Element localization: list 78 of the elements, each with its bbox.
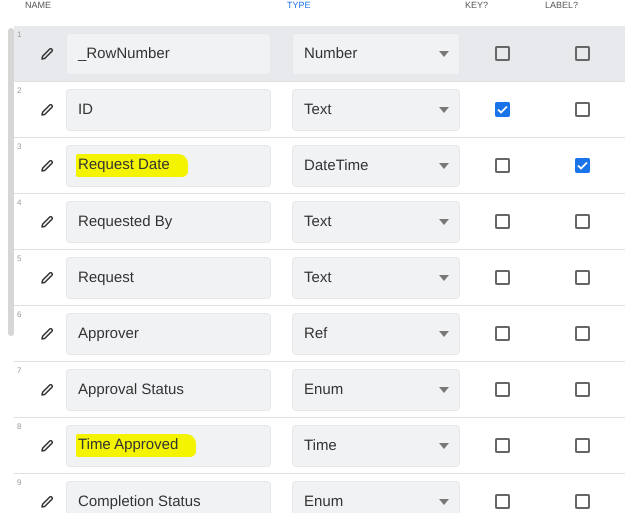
label-checkbox[interactable] bbox=[574, 326, 590, 341]
key-checkbox[interactable] bbox=[494, 270, 510, 285]
name-field[interactable]: Time Approved bbox=[66, 424, 271, 466]
type-dropdown[interactable]: Text bbox=[292, 200, 460, 242]
row-number: 4 bbox=[17, 198, 22, 207]
key-checkbox[interactable] bbox=[494, 102, 510, 117]
name-field[interactable]: _RowNumber bbox=[66, 32, 271, 74]
name-field[interactable]: ID bbox=[66, 88, 271, 130]
row-number: 1 bbox=[17, 30, 22, 39]
name-text: Request bbox=[78, 269, 134, 286]
pencil-icon[interactable] bbox=[40, 102, 54, 116]
name-field[interactable]: Requested By bbox=[66, 200, 271, 242]
row-number: 8 bbox=[17, 422, 22, 431]
column-header[interactable]: NAME bbox=[25, 0, 52, 10]
pencil-icon[interactable] bbox=[40, 46, 54, 60]
caret-icon bbox=[439, 274, 449, 280]
name-text: _RowNumber bbox=[78, 45, 170, 62]
label-checkbox[interactable] bbox=[574, 438, 590, 453]
row-number: 7 bbox=[17, 366, 22, 375]
caret-icon bbox=[439, 106, 449, 112]
label-checkbox[interactable] bbox=[574, 494, 590, 509]
type-dropdown[interactable]: Enum bbox=[292, 480, 460, 513]
column-row[interactable]: 1 _RowNumber Number bbox=[14, 26, 625, 82]
type-dropdown[interactable]: Text bbox=[292, 88, 460, 130]
label-checkbox[interactable] bbox=[574, 214, 590, 229]
caret-icon bbox=[439, 162, 449, 168]
name-text: Approver bbox=[78, 325, 139, 342]
key-checkbox[interactable] bbox=[494, 438, 510, 453]
key-checkbox[interactable] bbox=[494, 382, 510, 397]
row-number: 5 bbox=[17, 254, 22, 263]
caret-icon bbox=[439, 330, 449, 336]
row-number: 6 bbox=[17, 310, 22, 319]
row-number: 2 bbox=[17, 86, 22, 95]
name-text: Completion Status bbox=[78, 493, 201, 510]
pencil-icon[interactable] bbox=[40, 382, 54, 396]
name-field[interactable]: Approver bbox=[66, 312, 271, 354]
name-field[interactable]: Completion Status bbox=[66, 480, 271, 513]
pencil-icon[interactable] bbox=[40, 438, 54, 452]
row-number: 3 bbox=[17, 142, 22, 151]
label-checkbox[interactable] bbox=[574, 102, 590, 117]
column-header[interactable]: LABEL? bbox=[545, 0, 578, 10]
name-field[interactable]: Request bbox=[66, 256, 271, 298]
type-dropdown[interactable]: Number bbox=[292, 32, 460, 74]
name-text: Request Date bbox=[76, 154, 188, 177]
label-checkbox[interactable] bbox=[574, 158, 590, 173]
pencil-icon[interactable] bbox=[40, 214, 54, 228]
type-dropdown[interactable]: DateTime bbox=[292, 144, 460, 186]
name-text: ID bbox=[78, 101, 93, 118]
column-header[interactable]: TYPE bbox=[287, 0, 311, 10]
caret-icon bbox=[439, 218, 449, 224]
caret-icon bbox=[439, 498, 449, 504]
label-checkbox[interactable] bbox=[574, 46, 590, 61]
key-checkbox[interactable] bbox=[494, 46, 510, 61]
type-dropdown[interactable]: Ref bbox=[292, 312, 460, 354]
name-text: Approval Status bbox=[78, 381, 184, 398]
scrollbar[interactable] bbox=[8, 28, 14, 336]
type-dropdown[interactable]: Text bbox=[292, 256, 460, 298]
name-text: Time Approved bbox=[76, 434, 196, 457]
key-checkbox[interactable] bbox=[494, 214, 510, 229]
key-checkbox[interactable] bbox=[494, 494, 510, 509]
pencil-icon[interactable] bbox=[40, 494, 54, 508]
name-text: Requested By bbox=[78, 213, 172, 230]
key-checkbox[interactable] bbox=[494, 158, 510, 173]
type-dropdown[interactable]: Time bbox=[292, 424, 460, 466]
name-field[interactable]: Approval Status bbox=[66, 368, 271, 410]
name-field[interactable]: Request Date bbox=[66, 144, 271, 186]
row-number: 9 bbox=[17, 478, 22, 487]
column-header[interactable]: KEY? bbox=[465, 0, 488, 10]
key-checkbox[interactable] bbox=[494, 326, 510, 341]
label-checkbox[interactable] bbox=[574, 382, 590, 397]
type-dropdown[interactable]: Enum bbox=[292, 368, 460, 410]
caret-icon bbox=[439, 386, 449, 392]
pencil-icon[interactable] bbox=[40, 158, 54, 172]
pencil-icon[interactable] bbox=[40, 326, 54, 340]
caret-icon bbox=[439, 50, 449, 56]
caret-icon bbox=[439, 442, 449, 448]
label-checkbox[interactable] bbox=[574, 270, 590, 285]
pencil-icon[interactable] bbox=[40, 270, 54, 284]
